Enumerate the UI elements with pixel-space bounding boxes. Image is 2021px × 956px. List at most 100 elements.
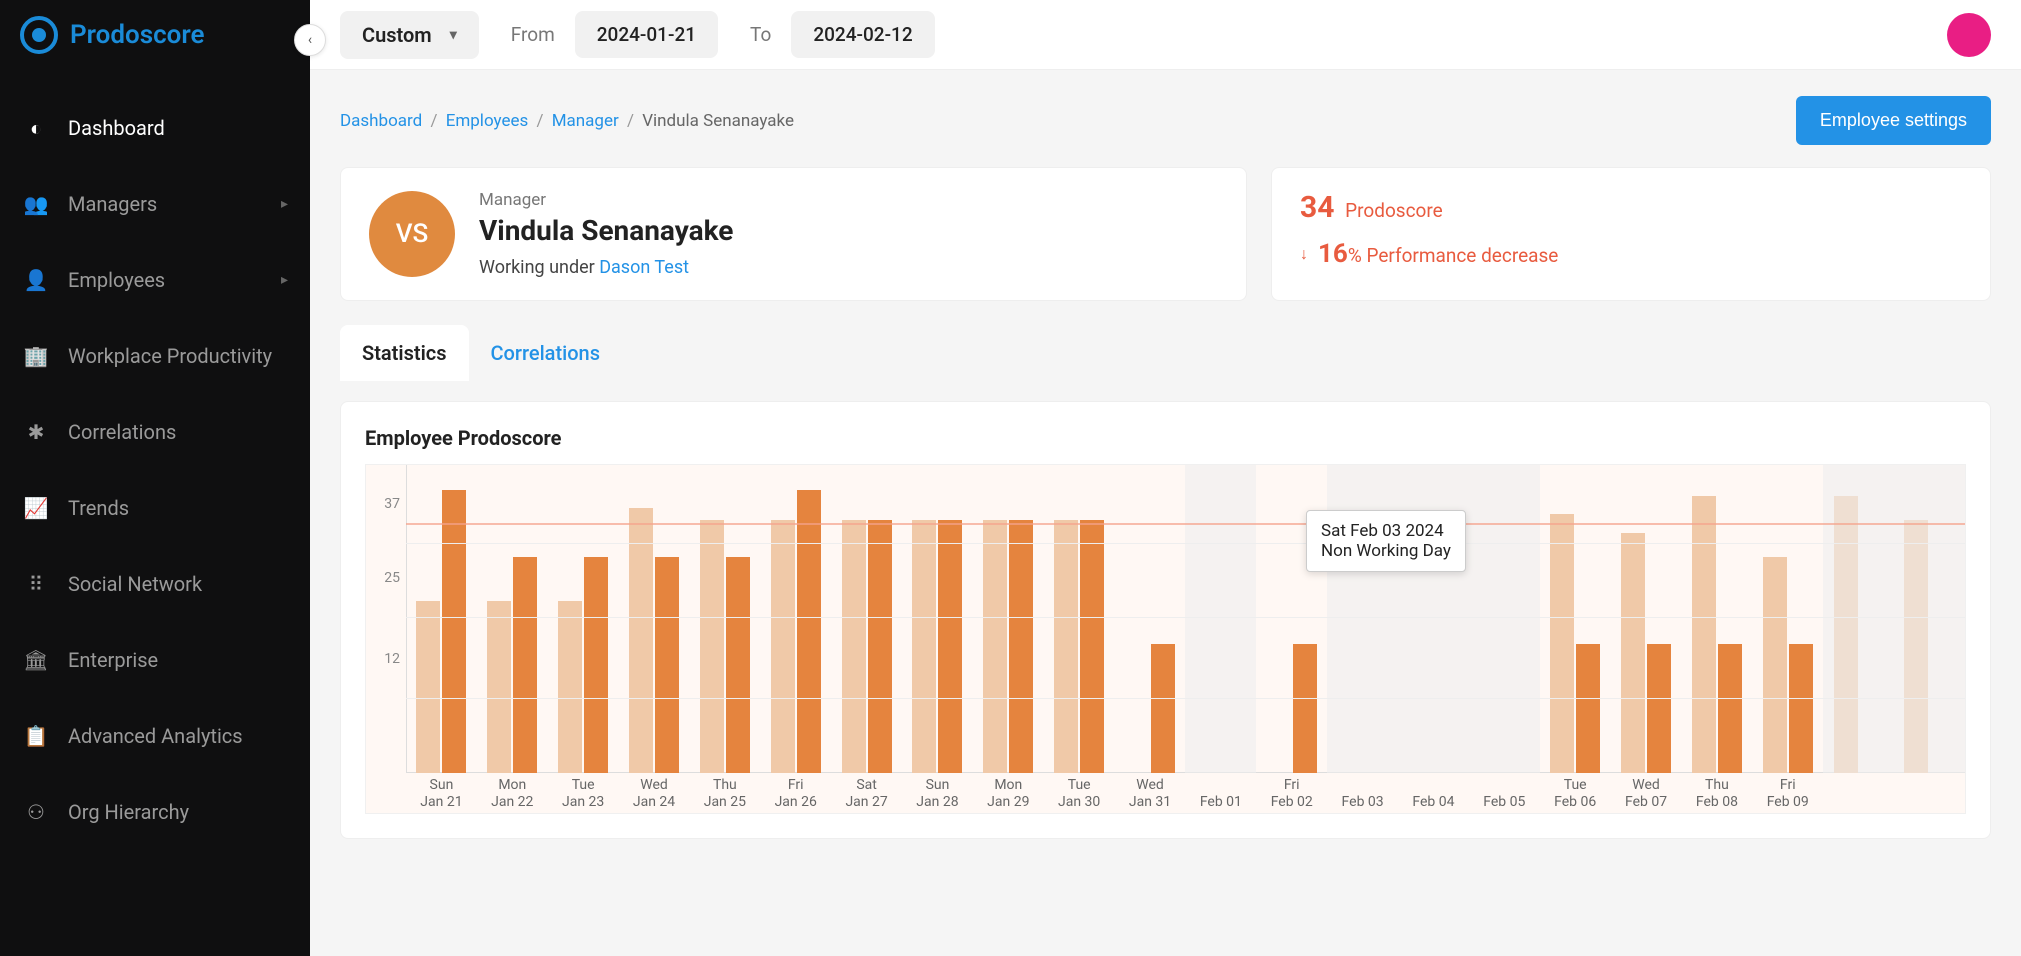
brand-logo-icon bbox=[20, 16, 58, 54]
x-label: SatJan 27 bbox=[831, 773, 902, 813]
bar-actual bbox=[1080, 520, 1104, 773]
sidebar-item-advanced-analytics[interactable]: 📋 Advanced Analytics bbox=[0, 698, 310, 774]
user-avatar[interactable] bbox=[1947, 13, 1991, 57]
from-date-input[interactable]: 2024-01-21 bbox=[575, 11, 718, 58]
tab-correlations[interactable]: Correlations bbox=[469, 325, 622, 381]
bar-baseline bbox=[1692, 496, 1716, 773]
y-tick: 25 bbox=[384, 570, 400, 586]
bar-baseline bbox=[1834, 496, 1858, 773]
employee-prodoscore-chart[interactable]: 122537 SunJan 21MonJan 22TueJan 23WedJan… bbox=[365, 464, 1966, 814]
trend-icon: 📈 bbox=[22, 494, 50, 522]
x-label: ThuJan 25 bbox=[689, 773, 760, 813]
breadcrumb-employees[interactable]: Employees bbox=[446, 111, 529, 131]
x-label: Feb 04 bbox=[1398, 773, 1469, 813]
x-label: FriFeb 02 bbox=[1256, 773, 1327, 813]
bar-group[interactable] bbox=[1681, 465, 1752, 773]
bar-actual bbox=[1789, 644, 1813, 773]
sidebar: Prodoscore ‹ ◐Dashboard👥Managers▸👤Employ… bbox=[0, 0, 310, 956]
y-tick: 12 bbox=[384, 651, 400, 667]
bar-actual bbox=[1151, 644, 1175, 773]
bar-group[interactable] bbox=[619, 465, 690, 773]
sidebar-item-enterprise[interactable]: 🏛Enterprise bbox=[0, 622, 310, 698]
employee-role: Manager bbox=[479, 190, 733, 210]
breadcrumb-manager[interactable]: Manager bbox=[552, 111, 619, 131]
bar-group[interactable] bbox=[1185, 465, 1256, 773]
chevron-left-icon: ‹ bbox=[308, 32, 312, 48]
x-label: MonJan 29 bbox=[973, 773, 1044, 813]
sidebar-item-label: Advanced Analytics bbox=[68, 724, 243, 748]
bar-group[interactable] bbox=[902, 465, 973, 773]
x-label: WedJan 31 bbox=[1115, 773, 1186, 813]
to-date-input[interactable]: 2024-02-12 bbox=[791, 11, 934, 58]
main: Custom ▾ From 2024-01-21 To 2024-02-12 D… bbox=[310, 0, 2021, 956]
bar-actual bbox=[1009, 520, 1033, 773]
tab-statistics[interactable]: Statistics bbox=[340, 325, 469, 381]
bar-baseline bbox=[1763, 557, 1787, 773]
sidebar-item-workplace-productivity[interactable]: 🏢Workplace Productivity bbox=[0, 318, 310, 394]
bar-baseline bbox=[842, 520, 866, 773]
chevron-right-icon: ▸ bbox=[281, 272, 288, 288]
chart-tooltip: Sat Feb 03 2024 Non Working Day bbox=[1306, 510, 1466, 572]
bar-actual bbox=[868, 520, 892, 773]
bar-baseline bbox=[487, 601, 511, 773]
prodoscore-value: 34 bbox=[1300, 190, 1334, 225]
sidebar-item-employees[interactable]: 👤Employees▸ bbox=[0, 242, 310, 318]
bar-group[interactable] bbox=[406, 465, 477, 773]
bar-actual bbox=[442, 490, 466, 773]
breadcrumb-current: Vindula Senanayake bbox=[642, 111, 794, 131]
sidebar-item-correlations[interactable]: ✱Correlations bbox=[0, 394, 310, 470]
report-icon: 📋 bbox=[22, 722, 50, 750]
bar-group[interactable] bbox=[1540, 465, 1611, 773]
bar-baseline bbox=[629, 508, 653, 773]
bar-group[interactable] bbox=[1752, 465, 1823, 773]
sidebar-collapse-button[interactable]: ‹ bbox=[294, 24, 326, 56]
bar-baseline bbox=[912, 520, 936, 773]
sidebar-item-label: Workplace Productivity bbox=[68, 344, 272, 368]
bar-group[interactable] bbox=[1823, 465, 1894, 773]
bar-group[interactable] bbox=[1469, 465, 1540, 773]
employee-name: Vindula Senanayake bbox=[479, 214, 733, 247]
bar-group[interactable] bbox=[1611, 465, 1682, 773]
hierarchy-icon: ⚇ bbox=[22, 798, 50, 826]
manager-link[interactable]: Dason Test bbox=[599, 257, 689, 278]
bar-group[interactable] bbox=[831, 465, 902, 773]
sidebar-item-trends[interactable]: 📈Trends bbox=[0, 470, 310, 546]
date-range-select[interactable]: Custom ▾ bbox=[340, 11, 479, 59]
x-label bbox=[1823, 773, 1894, 813]
tabs: Statistics Correlations bbox=[340, 325, 1991, 381]
sidebar-item-social-network[interactable]: ⠿Social Network bbox=[0, 546, 310, 622]
x-label bbox=[1894, 773, 1965, 813]
brand-logo[interactable]: Prodoscore bbox=[0, 0, 310, 70]
bar-actual bbox=[726, 557, 750, 773]
sidebar-nav: ◐Dashboard👥Managers▸👤Employees▸🏢Workplac… bbox=[0, 70, 310, 850]
breadcrumb: Dashboard / Employees / Manager / Vindul… bbox=[340, 111, 794, 131]
sidebar-item-dashboard[interactable]: ◐Dashboard bbox=[0, 90, 310, 166]
x-label: TueJan 23 bbox=[548, 773, 619, 813]
breadcrumb-dashboard[interactable]: Dashboard bbox=[340, 111, 422, 131]
bar-group[interactable] bbox=[760, 465, 831, 773]
x-label: Feb 03 bbox=[1327, 773, 1398, 813]
bar-baseline bbox=[1550, 514, 1574, 773]
x-label: MonJan 22 bbox=[477, 773, 548, 813]
date-range-label: Custom bbox=[362, 23, 432, 47]
from-label: From bbox=[511, 23, 555, 46]
x-label: SunJan 28 bbox=[902, 773, 973, 813]
nodes-icon: ✱ bbox=[22, 418, 50, 446]
score-card: 34 Prodoscore ↓ 16% Performance decrease bbox=[1271, 167, 1991, 301]
sidebar-item-managers[interactable]: 👥Managers▸ bbox=[0, 166, 310, 242]
content: Dashboard / Employees / Manager / Vindul… bbox=[310, 70, 2021, 956]
employee-settings-button[interactable]: Employee settings bbox=[1796, 96, 1991, 145]
bar-baseline bbox=[558, 601, 582, 773]
bar-group[interactable] bbox=[973, 465, 1044, 773]
bar-actual bbox=[1647, 644, 1671, 773]
bar-group[interactable] bbox=[689, 465, 760, 773]
bar-group[interactable] bbox=[477, 465, 548, 773]
x-label: Feb 05 bbox=[1469, 773, 1540, 813]
sidebar-item-org-hierarchy[interactable]: ⚇Org Hierarchy bbox=[0, 774, 310, 850]
bar-group[interactable] bbox=[1044, 465, 1115, 773]
bar-group[interactable] bbox=[1115, 465, 1186, 773]
bar-group[interactable] bbox=[548, 465, 619, 773]
bar-group[interactable] bbox=[1894, 465, 1965, 773]
sidebar-item-label: Social Network bbox=[68, 572, 202, 596]
managers-icon: 👥 bbox=[22, 190, 50, 218]
